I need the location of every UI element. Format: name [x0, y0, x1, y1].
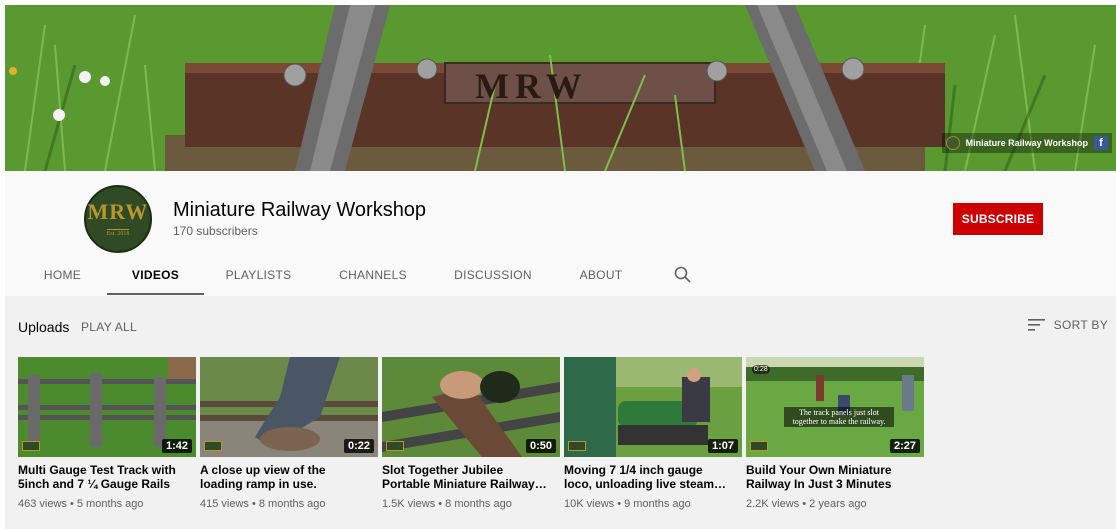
sort-by-label: SORT BY: [1053, 318, 1108, 332]
video-meta: 463 views • 5 months ago: [18, 498, 144, 510]
channel-watermark: [568, 441, 586, 451]
channel-watermark: [204, 441, 222, 451]
subscribe-button[interactable]: SUBSCRIBE: [953, 203, 1043, 235]
banner-links: Miniature Railway Workshop f: [941, 133, 1112, 153]
video-meta: 1.5K views • 8 months ago: [382, 498, 512, 510]
tab-discussion[interactable]: DISCUSSION: [448, 255, 538, 295]
video-title[interactable]: Slot Together Jubilee Portable Miniature…: [382, 463, 552, 491]
channel-header: MRW Est. 2018 Miniature Railway Workshop…: [5, 171, 1116, 296]
video-card[interactable]: 0:22 A close up view of the loading ramp…: [200, 357, 378, 510]
video-thumbnail[interactable]: 0:28 The track panels just slot together…: [746, 357, 924, 457]
video-card[interactable]: 0:50 Slot Together Jubilee Portable Mini…: [382, 357, 560, 510]
video-thumbnail[interactable]: 0:50: [382, 357, 560, 457]
timestamp-badge: 0:28: [752, 365, 770, 374]
video-thumbnail[interactable]: 0:22: [200, 357, 378, 457]
video-duration: 0:22: [343, 439, 374, 453]
videos-section: Uploads PLAY ALL SORT BY 1:42 Multi Gaug…: [5, 296, 1116, 529]
search-icon[interactable]: [673, 265, 693, 285]
video-title[interactable]: Build Your Own Miniature Railway In Just…: [746, 463, 916, 491]
play-all-button[interactable]: PLAY ALL: [81, 320, 137, 334]
video-title[interactable]: Multi Gauge Test Track with 5inch and 7 …: [18, 463, 188, 491]
channel-watermark: [750, 441, 768, 451]
video-title[interactable]: Moving 7 1/4 inch gauge loco, unloading …: [564, 463, 734, 491]
video-duration: 1:07: [707, 439, 738, 453]
video-meta: 10K views • 9 months ago: [564, 498, 691, 510]
channel-tabs: HOME VIDEOS PLAYLISTS CHANNELS DISCUSSIO…: [5, 255, 705, 295]
video-card[interactable]: 1:07 Moving 7 1/4 inch gauge loco, unloa…: [564, 357, 742, 510]
video-card[interactable]: 0:28 The track panels just slot together…: [746, 357, 924, 510]
subscriber-count: 170 subscribers: [173, 224, 258, 238]
banner-logo-text: MRW: [475, 66, 588, 106]
video-meta: 2.2K views • 2 years ago: [746, 498, 867, 510]
tab-videos[interactable]: VIDEOS: [107, 255, 204, 295]
tab-about[interactable]: ABOUT: [573, 255, 629, 295]
video-meta: 415 views • 8 months ago: [200, 498, 326, 510]
tab-channels[interactable]: CHANNELS: [333, 255, 413, 295]
video-duration: 2:27: [889, 439, 920, 453]
sort-icon: [1027, 319, 1045, 331]
section-title: Uploads: [18, 319, 70, 335]
banner-link-avatar: [945, 136, 960, 150]
video-thumbnail[interactable]: 1:07: [564, 357, 742, 457]
tab-playlists[interactable]: PLAYLISTS: [220, 255, 297, 295]
sort-by-button[interactable]: SORT BY: [1027, 318, 1108, 332]
channel-banner: MRW Miniature Railway Workshop f: [5, 5, 1116, 171]
channel-watermark: [22, 441, 40, 451]
video-card[interactable]: 1:42 Multi Gauge Test Track with 5inch a…: [18, 357, 196, 510]
thumbnail-caption: The track panels just slot together to m…: [784, 407, 894, 427]
banner-channel-link[interactable]: Miniature Railway Workshop: [966, 138, 1088, 148]
avatar-logo-text: MRW: [87, 199, 149, 224]
video-title[interactable]: A close up view of the loading ramp in u…: [200, 463, 370, 491]
channel-avatar[interactable]: MRW Est. 2018: [84, 185, 152, 253]
avatar-est-text: Est. 2018: [106, 229, 130, 237]
video-thumbnail[interactable]: 1:42: [18, 357, 196, 457]
facebook-icon[interactable]: f: [1094, 136, 1108, 150]
tab-home[interactable]: HOME: [35, 255, 90, 295]
channel-watermark: [386, 441, 404, 451]
video-duration: 0:50: [525, 439, 556, 453]
video-duration: 1:42: [161, 439, 192, 453]
channel-name: Miniature Railway Workshop: [173, 199, 427, 221]
